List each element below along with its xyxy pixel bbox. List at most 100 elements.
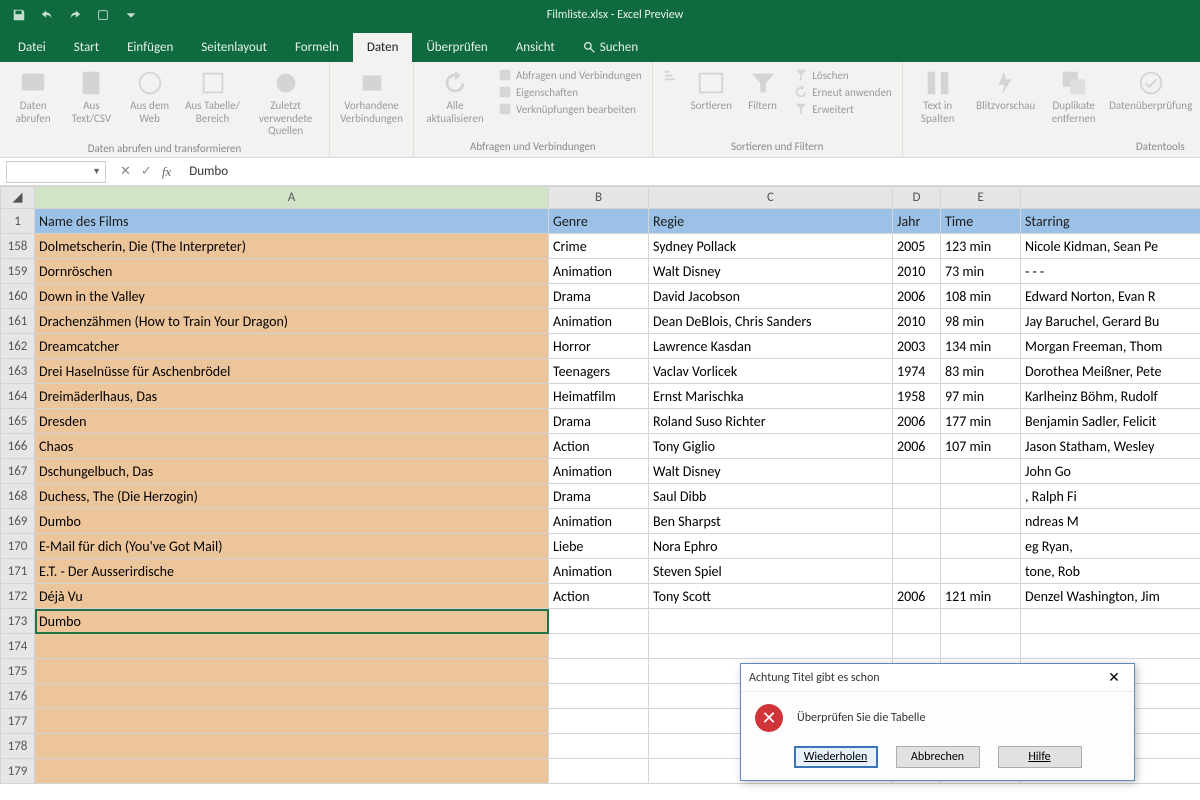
- text-to-columns-button[interactable]: Text in Spalten: [909, 66, 967, 127]
- clear-filter-button[interactable]: Löschen: [794, 68, 891, 82]
- data-validation-button[interactable]: Datenüberprüfung: [1107, 66, 1195, 115]
- column-header-F[interactable]: [1021, 187, 1200, 209]
- cell[interactable]: Steven Spiel: [649, 559, 893, 584]
- header-cell[interactable]: Genre: [549, 209, 649, 234]
- tab-datei[interactable]: Datei: [4, 33, 60, 62]
- cell[interactable]: Dschungelbuch, Das: [35, 459, 549, 484]
- tab-einfuegen[interactable]: Einfügen: [113, 33, 187, 62]
- row-header[interactable]: 170: [1, 534, 35, 559]
- cell[interactable]: Dolmetscherin, Die (The Interpreter): [35, 234, 549, 259]
- cell[interactable]: 2010: [893, 259, 941, 284]
- cell[interactable]: [35, 659, 549, 684]
- cancel-button[interactable]: Abbrechen: [896, 746, 980, 768]
- name-box[interactable]: ▼: [6, 161, 106, 183]
- cell[interactable]: 2003: [893, 334, 941, 359]
- cell[interactable]: Walt Disney: [649, 259, 893, 284]
- retry-button[interactable]: Wiederholen: [794, 746, 878, 768]
- row-header[interactable]: 164: [1, 384, 35, 409]
- refresh-all-button[interactable]: Alle aktualisieren: [420, 66, 490, 127]
- existing-connections-button[interactable]: Vorhandene Verbindungen: [336, 66, 407, 127]
- cell[interactable]: 2006: [893, 584, 941, 609]
- cell[interactable]: [549, 709, 649, 734]
- header-cell[interactable]: Jahr: [893, 209, 941, 234]
- cell[interactable]: [549, 759, 649, 784]
- help-button[interactable]: Hilfe: [998, 746, 1082, 768]
- column-header-C[interactable]: C: [649, 187, 893, 209]
- tab-daten[interactable]: Daten: [353, 33, 413, 62]
- cell[interactable]: 83 min: [941, 359, 1021, 384]
- cell[interactable]: Chaos: [35, 434, 549, 459]
- remove-duplicates-button[interactable]: Duplikate entfernen: [1045, 66, 1103, 127]
- cell[interactable]: Walt Disney: [649, 459, 893, 484]
- cancel-formula-icon[interactable]: ✕: [120, 164, 131, 179]
- get-data-button[interactable]: Daten abrufen: [6, 66, 60, 127]
- flash-fill-button[interactable]: Blitzvorschau: [971, 66, 1041, 115]
- header-cell[interactable]: Starring: [1021, 209, 1200, 234]
- row-header[interactable]: 172: [1, 584, 35, 609]
- accept-formula-icon[interactable]: ✓: [141, 164, 152, 179]
- cell[interactable]: ndreas M: [1021, 509, 1200, 534]
- cell[interactable]: 123 min: [941, 234, 1021, 259]
- row-header[interactable]: 160: [1, 284, 35, 309]
- queries-connections-button[interactable]: Abfragen und Verbindungen: [498, 68, 642, 82]
- cell[interactable]: eg Ryan,: [1021, 534, 1200, 559]
- cell[interactable]: 2005: [893, 234, 941, 259]
- cell[interactable]: [549, 634, 649, 659]
- cell[interactable]: [35, 759, 549, 784]
- close-icon[interactable]: ✕: [1102, 668, 1126, 688]
- cell[interactable]: Ernst Marischka: [649, 384, 893, 409]
- cell[interactable]: 73 min: [941, 259, 1021, 284]
- cell[interactable]: Drama: [549, 409, 649, 434]
- tab-formeln[interactable]: Formeln: [281, 33, 353, 62]
- cell[interactable]: Lawrence Kasdan: [649, 334, 893, 359]
- cell[interactable]: Roland Suso Richter: [649, 409, 893, 434]
- cell[interactable]: Dean DeBlois, Chris Sanders: [649, 309, 893, 334]
- cell[interactable]: [941, 559, 1021, 584]
- cell[interactable]: Nora Ephro: [649, 534, 893, 559]
- cell[interactable]: Ben Sharpst: [649, 509, 893, 534]
- undo-icon[interactable]: [38, 6, 56, 24]
- cell[interactable]: [549, 734, 649, 759]
- chevron-down-icon[interactable]: ▼: [92, 166, 101, 177]
- filter-button[interactable]: Filtern: [739, 66, 786, 115]
- cell[interactable]: Teenagers: [549, 359, 649, 384]
- edit-links-button[interactable]: Verknüpfungen bearbeiten: [498, 102, 642, 116]
- header-cell[interactable]: Name des Films: [35, 209, 549, 234]
- cell[interactable]: Tony Giglio: [649, 434, 893, 459]
- cell[interactable]: Edward Norton, Evan R: [1021, 284, 1200, 309]
- column-header-D[interactable]: D: [893, 187, 941, 209]
- cell[interactable]: E.T. - Der Ausserirdische: [35, 559, 549, 584]
- row-header[interactable]: 159: [1, 259, 35, 284]
- sort-button[interactable]: Sortieren: [688, 66, 735, 115]
- row-header[interactable]: 175: [1, 659, 35, 684]
- tab-start[interactable]: Start: [60, 33, 113, 62]
- cell[interactable]: [1021, 634, 1200, 659]
- cell[interactable]: Duchess, The (Die Herzogin): [35, 484, 549, 509]
- cell[interactable]: Déjà Vu: [35, 584, 549, 609]
- cell[interactable]: tone, Rob: [1021, 559, 1200, 584]
- row-header[interactable]: 163: [1, 359, 35, 384]
- row-header[interactable]: 171: [1, 559, 35, 584]
- from-web-button[interactable]: Aus dem Web: [123, 66, 177, 127]
- cell[interactable]: E-Mail für dich (You've Got Mail): [35, 534, 549, 559]
- cell[interactable]: , Ralph Fi: [1021, 484, 1200, 509]
- properties-button[interactable]: Eigenschaften: [498, 85, 642, 99]
- cell[interactable]: [893, 534, 941, 559]
- cell[interactable]: Karlheinz Böhm, Rudolf: [1021, 384, 1200, 409]
- cell[interactable]: Saul Dibb: [649, 484, 893, 509]
- cell[interactable]: [35, 634, 549, 659]
- cell[interactable]: [941, 634, 1021, 659]
- cell[interactable]: Dumbo: [35, 609, 549, 634]
- cell[interactable]: [35, 709, 549, 734]
- cell[interactable]: [941, 484, 1021, 509]
- cell[interactable]: [649, 609, 893, 634]
- recent-sources-button[interactable]: Zuletzt verwendete Quellen: [248, 66, 323, 140]
- cell[interactable]: Animation: [549, 459, 649, 484]
- cell[interactable]: 97 min: [941, 384, 1021, 409]
- cell[interactable]: Tony Scott: [649, 584, 893, 609]
- cell[interactable]: Animation: [549, 259, 649, 284]
- cell[interactable]: Vaclav Vorlicek: [649, 359, 893, 384]
- column-header-A[interactable]: A: [35, 187, 549, 209]
- cell[interactable]: Drama: [549, 484, 649, 509]
- spreadsheet-grid[interactable]: ◢ A B C D E 1Name des FilmsGenreRegieJah…: [0, 186, 1200, 800]
